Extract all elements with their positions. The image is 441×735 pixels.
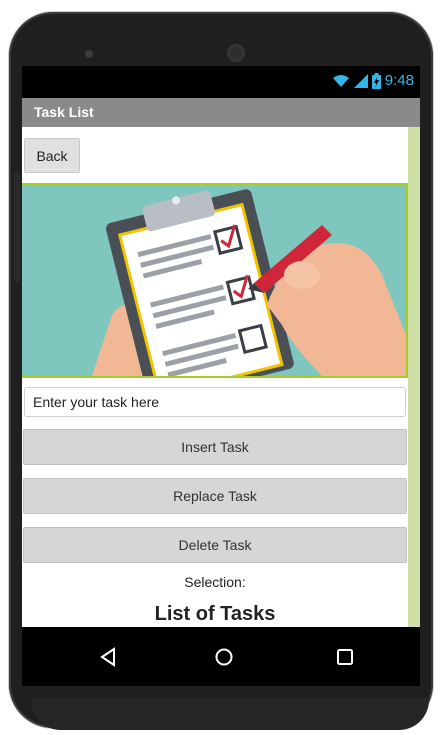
status-time: 9:48 — [384, 72, 414, 89]
speaker-icon — [85, 50, 93, 58]
replace-task-button[interactable]: Replace Task — [23, 478, 407, 514]
app-title-bar: Task List — [22, 98, 420, 127]
nav-home-button[interactable] — [210, 643, 238, 671]
delete-task-button[interactable]: Delete Task — [23, 527, 407, 563]
clipboard-checklist-image — [22, 183, 408, 378]
status-bar: 9:48 — [22, 66, 420, 98]
front-camera-icon — [227, 44, 245, 62]
battery-icon — [371, 72, 381, 89]
signal-icon — [353, 73, 368, 88]
scrollbar-strip[interactable] — [408, 127, 420, 627]
insert-task-button[interactable]: Insert Task — [23, 429, 407, 465]
app-title: Task List — [34, 104, 94, 120]
nav-back-button[interactable] — [94, 643, 122, 671]
side-volume-button — [14, 172, 20, 282]
selection-label: Selection: — [184, 574, 246, 590]
home-circle-icon — [215, 648, 233, 666]
nav-recents-button[interactable] — [331, 643, 359, 671]
clipboard-illustration-icon — [22, 185, 406, 376]
phone-chin — [31, 698, 429, 730]
task-input[interactable] — [24, 387, 406, 417]
navigation-bar — [22, 627, 420, 686]
recents-square-icon — [337, 649, 353, 665]
list-heading: List of Tasks — [154, 603, 276, 625]
wifi-icon — [332, 74, 349, 87]
back-triangle-icon — [100, 647, 115, 667]
app-screen: Back Enter your task here Insert Task Re… — [22, 127, 420, 627]
back-button[interactable]: Back — [24, 138, 80, 173]
